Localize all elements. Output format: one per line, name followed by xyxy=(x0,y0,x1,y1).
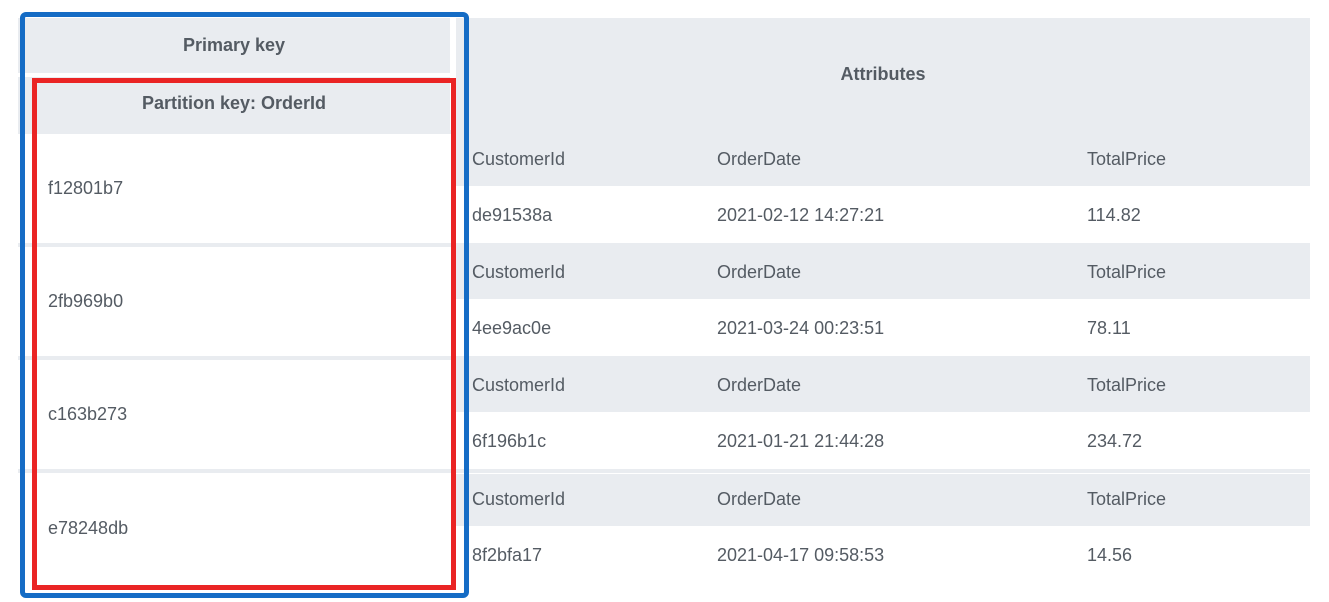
attr-label-totalprice: TotalPrice xyxy=(1071,474,1310,527)
attr-label-totalprice: TotalPrice xyxy=(1071,134,1310,187)
attr-label-orderdate: OrderDate xyxy=(701,247,1071,300)
attr-label-customerid: CustomerId xyxy=(456,247,701,300)
attr-value-orderdate: 2021-04-17 09:58:53 xyxy=(701,527,1071,583)
table-row: 2fb969b0CustomerIdOrderDateTotalPrice 4ee… xyxy=(18,245,1310,358)
partition-key-value: f12801b7 xyxy=(18,132,450,245)
attributes-cell: CustomerIdOrderDateTotalPrice 6f196b1c202… xyxy=(456,358,1310,471)
header-attributes: Attributes xyxy=(456,18,1310,132)
table-row: e78248dbCustomerIdOrderDateTotalPrice 8f2… xyxy=(18,471,1310,584)
header-primary-key: Primary key xyxy=(18,18,450,75)
attr-value-customerid: 4ee9ac0e xyxy=(456,300,701,356)
attributes-cell: CustomerIdOrderDateTotalPrice 4ee9ac0e202… xyxy=(456,245,1310,358)
attr-value-orderdate: 2021-01-21 21:44:28 xyxy=(701,413,1071,469)
attr-value-customerid: 6f196b1c xyxy=(456,413,701,469)
attr-label-customerid: CustomerId xyxy=(456,474,701,527)
attr-value-totalprice: 234.72 xyxy=(1071,413,1310,469)
attr-value-orderdate: 2021-02-12 14:27:21 xyxy=(701,187,1071,243)
items-table: Primary key Attributes Partition key: Or… xyxy=(18,18,1310,584)
header-partition-key: Partition key: OrderId xyxy=(18,75,450,132)
table-row: f12801b7CustomerIdOrderDateTotalPrice de9… xyxy=(18,132,1310,245)
partition-key-value: e78248db xyxy=(18,471,450,584)
partition-key-value: c163b273 xyxy=(18,358,450,471)
attr-value-totalprice: 114.82 xyxy=(1071,187,1310,243)
attributes-cell: CustomerIdOrderDateTotalPrice 8f2bfa17202… xyxy=(456,471,1310,584)
attr-label-orderdate: OrderDate xyxy=(701,134,1071,187)
attr-label-orderdate: OrderDate xyxy=(701,474,1071,527)
attr-value-totalprice: 14.56 xyxy=(1071,527,1310,583)
attr-label-totalprice: TotalPrice xyxy=(1071,247,1310,300)
attr-value-totalprice: 78.11 xyxy=(1071,300,1310,356)
attr-value-orderdate: 2021-03-24 00:23:51 xyxy=(701,300,1071,356)
table-row: c163b273CustomerIdOrderDateTotalPrice 6f1… xyxy=(18,358,1310,471)
attr-label-customerid: CustomerId xyxy=(456,360,701,413)
attr-label-customerid: CustomerId xyxy=(456,134,701,187)
dynamodb-table-diagram: Primary key Attributes Partition key: Or… xyxy=(18,18,1310,584)
attr-label-orderdate: OrderDate xyxy=(701,360,1071,413)
attr-value-customerid: 8f2bfa17 xyxy=(456,527,701,583)
attr-value-customerid: de91538a xyxy=(456,187,701,243)
partition-key-value: 2fb969b0 xyxy=(18,245,450,358)
attributes-cell: CustomerIdOrderDateTotalPrice de91538a202… xyxy=(456,132,1310,245)
attr-label-totalprice: TotalPrice xyxy=(1071,360,1310,413)
